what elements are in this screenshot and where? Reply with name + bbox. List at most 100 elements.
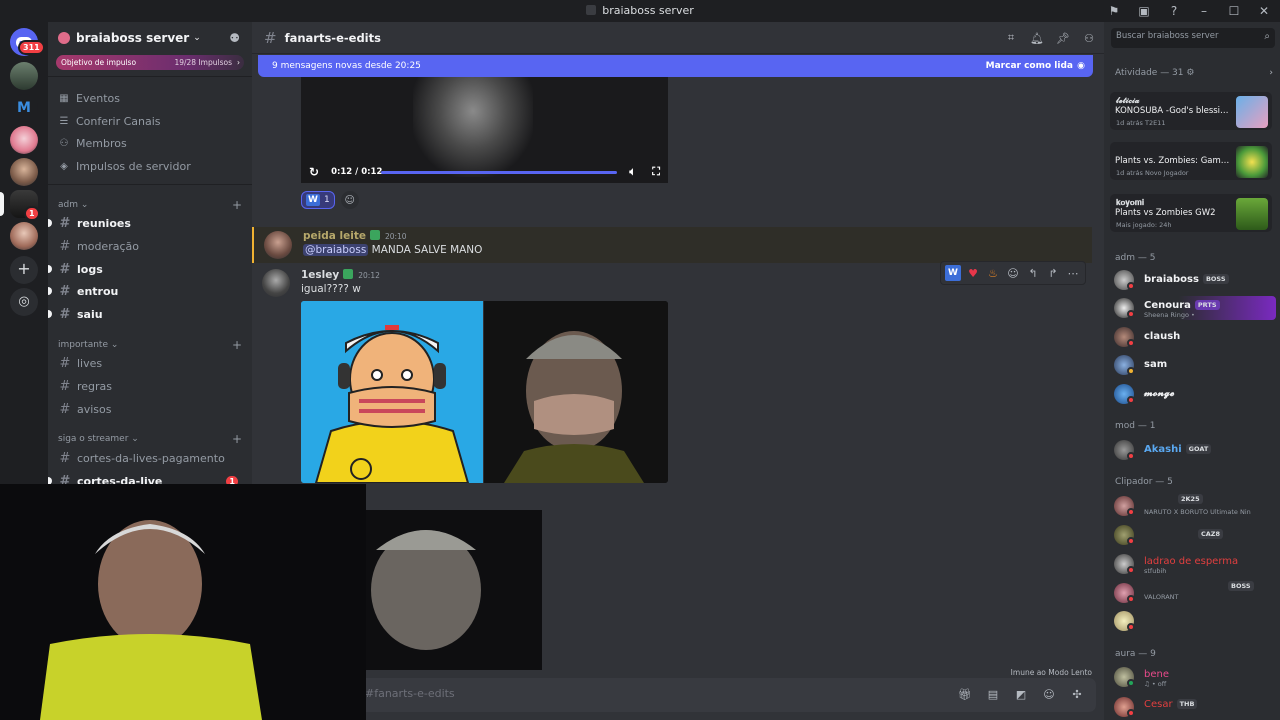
avatar[interactable] — [262, 269, 290, 297]
activity-user: 𝓵𝓮𝓽𝓲𝓬𝓲𝓪 — [1116, 96, 1140, 105]
fullscreen-icon[interactable]: ⛶ — [652, 165, 660, 179]
apps-icon[interactable]: ✣ — [1070, 687, 1084, 701]
category-siga-o-streamer[interactable]: siga o streamer ⌄ + — [58, 432, 242, 446]
category-adm[interactable]: adm ⌄ + — [58, 198, 242, 212]
gift-icon[interactable]: 🎁︎ — [958, 687, 972, 701]
video-still-frame — [366, 510, 542, 670]
member-row[interactable]: bene ♫ • off — [1114, 665, 1276, 689]
reply-icon[interactable]: ↰ — [1025, 265, 1041, 281]
discover-icon[interactable]: ◎ — [10, 288, 38, 316]
member-row[interactable]: ladrao de esperma stfubih — [1114, 552, 1276, 576]
activity-header[interactable]: Atividade — 31 ⚙ › — [1115, 68, 1273, 78]
activity-game: Plants vs. Zombies: Game ... — [1115, 156, 1233, 166]
server-icon[interactable]: M — [10, 94, 38, 122]
help-icon[interactable]: ? — [1166, 3, 1182, 19]
forward-icon[interactable]: ↱ — [1045, 265, 1061, 281]
add-channel-icon[interactable]: + — [232, 338, 242, 352]
inbox-icon[interactable]: ▣ — [1136, 3, 1152, 19]
channel-regras[interactable]: # regras — [58, 376, 244, 396]
photo-image[interactable] — [484, 301, 668, 483]
menu-browse-channels[interactable]: ☰ Conferir Canais — [58, 112, 161, 130]
channel-reunioes[interactable]: # reunioes — [48, 213, 244, 233]
member-row[interactable]: 𝓶𝓸𝓷𝓰𝓮 — [1114, 382, 1276, 406]
server-icon[interactable] — [10, 158, 38, 186]
server-icon[interactable] — [10, 222, 38, 250]
sticker-icon[interactable]: ◩ — [1014, 687, 1028, 701]
avatar[interactable] — [264, 231, 292, 259]
member-name: Cesar THB — [1144, 699, 1198, 710]
new-messages-bar[interactable]: 9 mensagens novas desde 20:25 Marcar com… — [258, 55, 1093, 77]
fanart-image[interactable] — [301, 301, 483, 483]
invite-icon[interactable]: ⚉ — [229, 31, 240, 45]
category-importante[interactable]: importante ⌄ + — [58, 338, 242, 352]
member-list-icon[interactable]: ⚇ — [1082, 31, 1096, 45]
message-input-box[interactable]: 🎁︎ ▤ ◩ ☺ ✣ — [260, 678, 1096, 712]
more-icon[interactable]: ⋯ — [1065, 265, 1081, 281]
server-icon[interactable] — [10, 126, 38, 154]
reaction-w[interactable]: W1 — [301, 191, 335, 209]
guild-header[interactable]: braiaboss server ⌄ ⚉ — [48, 22, 252, 54]
member-row[interactable]: Akashi GOAT — [1114, 438, 1276, 462]
heart-icon[interactable]: ♥ — [965, 265, 981, 281]
w-emoji-icon[interactable]: W — [945, 265, 961, 281]
search-input[interactable] — [1116, 31, 1256, 41]
gear-icon[interactable]: ⚙ — [1186, 68, 1194, 78]
fire-icon[interactable]: ♨ — [985, 265, 1001, 281]
member-row[interactable]: claush — [1114, 325, 1276, 349]
channel-entrou[interactable]: # entrou — [48, 281, 244, 301]
message-input[interactable] — [365, 687, 845, 700]
volume-icon[interactable]: 🔈︎ — [629, 165, 636, 179]
minimize-button[interactable]: – — [1196, 3, 1212, 19]
add-channel-icon[interactable]: + — [232, 432, 242, 446]
activity-card[interactable]: 𝐤𝐨𝐲𝐨𝐦𝐢 Plants vs Zombies GW2 Mais jogado… — [1110, 194, 1272, 232]
activity-card[interactable]: Plants vs. Zombies: Game ... 1d atrás No… — [1110, 142, 1272, 180]
activity-card[interactable]: 𝓵𝓮𝓽𝓲𝓬𝓲𝓪 KONOSUBA -God's blessin... 1d at… — [1110, 92, 1272, 130]
channel-lives[interactable]: # lives — [58, 353, 244, 373]
replay-icon[interactable]: ↻ — [309, 165, 319, 179]
maximize-button[interactable]: ☐ — [1226, 3, 1242, 19]
member-name: CAZ8 — [1194, 529, 1224, 540]
member-row[interactable]: Cesar THB — [1114, 695, 1276, 719]
message-peida-leite[interactable]: peida leite 20:10 @braiaboss MANDA SALVE … — [252, 227, 1092, 263]
member-row[interactable]: sam — [1114, 353, 1276, 377]
member-name: Akashi GOAT — [1144, 444, 1212, 455]
mark-as-read-button[interactable]: Marcar como lida — [986, 61, 1073, 71]
add-server-icon[interactable]: + — [10, 256, 38, 284]
channel-saiu[interactable]: # saiu — [48, 304, 244, 324]
menu-server-boosts[interactable]: ◈ Impulsos de servidor — [58, 157, 191, 175]
add-reaction-icon[interactable]: ☺ — [1005, 265, 1021, 281]
message-author[interactable]: peida leite 20:10 — [303, 230, 407, 242]
member-row[interactable]: 2K25 NARUTO X BORUTO Ultimate Nin — [1114, 494, 1276, 518]
notification-bell-icon[interactable]: 🔔︎ — [1030, 31, 1044, 45]
channel-cortes-da-lives-pagamento[interactable]: # cortes-da-lives-pagamento — [58, 448, 244, 468]
gif-icon[interactable]: ▤ — [986, 687, 1000, 701]
menu-members[interactable]: ⚇ Membros — [58, 134, 127, 152]
channel-avisos[interactable]: # avisos — [58, 399, 244, 419]
role-tag: BOSS — [1202, 274, 1229, 284]
close-button[interactable]: ✕ — [1256, 3, 1272, 19]
boost-progress-bar[interactable]: Objetivo de impulso 19/28 Impulsos › — [56, 55, 244, 70]
member-row[interactable] — [1114, 609, 1276, 633]
members-icon: ⚇ — [59, 137, 69, 149]
unread-badge: 311 — [18, 40, 45, 55]
user-mention[interactable]: @braiaboss — [303, 244, 369, 256]
add-reaction-icon[interactable]: ☺ — [340, 191, 359, 209]
emoji-icon[interactable]: ☺ — [1042, 687, 1056, 701]
member-name: ladrao de esperma — [1144, 556, 1239, 567]
server-icon[interactable] — [10, 62, 38, 90]
member-row[interactable]: braiaboss BOSS — [1114, 268, 1276, 292]
pin-icon[interactable]: 📌︎ — [1056, 31, 1070, 45]
threads-icon[interactable]: ⌗ — [1004, 31, 1018, 45]
flag-icon[interactable]: ⚑ — [1106, 3, 1122, 19]
menu-events[interactable]: ▦ Eventos — [58, 89, 120, 107]
member-row[interactable]: CAZ8 — [1114, 523, 1276, 547]
search-box[interactable]: ⌕ — [1111, 28, 1275, 48]
add-channel-icon[interactable]: + — [232, 198, 242, 212]
message-author[interactable]: 1esley 20:12 — [301, 269, 380, 281]
video-progress-bar[interactable] — [381, 171, 617, 174]
member-row[interactable]: Cenoura PRTS Sheena Ringo • — [1114, 296, 1276, 320]
member-row[interactable]: BOSS VALORANT — [1114, 581, 1276, 605]
channel-logs[interactable]: # logs — [48, 259, 244, 279]
channel-moderacao[interactable]: # moderação — [58, 236, 244, 256]
member-name: Cenoura PRTS — [1144, 300, 1220, 311]
